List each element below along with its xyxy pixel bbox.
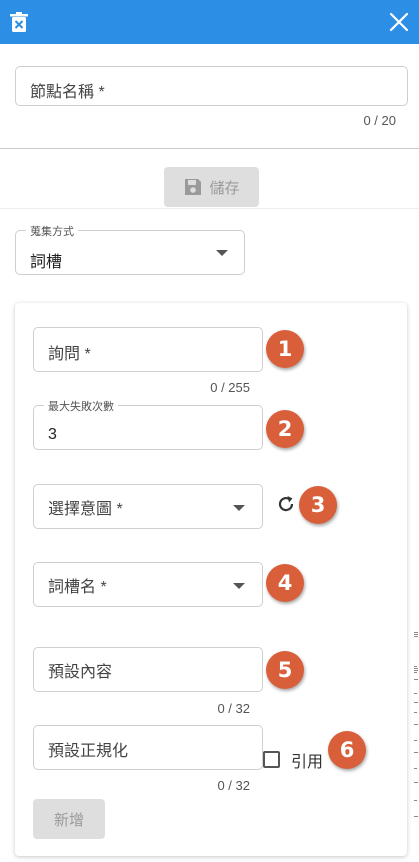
scale-ticks: [414, 632, 419, 832]
max-fail-input[interactable]: 最大失敗次數 3: [33, 398, 263, 450]
floppy-disk-icon: [185, 179, 202, 195]
default-content-placeholder: 預設內容: [48, 664, 113, 681]
marker-badge-5: 5: [266, 651, 304, 689]
divider: [0, 148, 419, 149]
max-fail-label: 最大失敗次數: [44, 398, 118, 414]
default-content-counter: 0 / 32: [217, 701, 250, 716]
node-name-counter: 0 / 20: [363, 113, 396, 128]
header-bar: [0, 0, 419, 44]
question-counter: 0 / 255: [210, 380, 250, 395]
trash-icon[interactable]: [10, 12, 28, 32]
collection-method-label: 蒐集方式: [26, 223, 78, 239]
close-icon[interactable]: [387, 10, 411, 34]
marker-badge-3: 3: [299, 486, 337, 524]
divider: [0, 208, 419, 209]
default-regex-counter: 0 / 32: [217, 778, 250, 793]
add-button[interactable]: 新增: [33, 799, 105, 839]
save-label: 儲存: [209, 179, 240, 197]
node-name-placeholder: 節點名稱 *: [30, 84, 105, 101]
node-name-input[interactable]: 節點名稱 *: [15, 66, 408, 106]
node-editor-panel: { "header": { "color": "#2d8ee6", "delet…: [0, 0, 419, 862]
marker-badge-4: 4: [266, 564, 304, 602]
reference-checkbox[interactable]: [263, 751, 280, 768]
slot-name-select[interactable]: 詞槽名 *: [33, 562, 263, 607]
default-regex-placeholder: 預設正規化: [48, 743, 129, 760]
chevron-down-icon: [216, 250, 228, 256]
reference-label: 引用: [291, 754, 324, 771]
collection-method-value: 詞槽: [30, 254, 63, 271]
chevron-down-icon: [233, 505, 245, 511]
intent-placeholder: 選擇意圖 *: [48, 501, 123, 518]
default-content-input[interactable]: 預設內容: [33, 647, 263, 692]
default-regex-input[interactable]: 預設正規化: [33, 725, 263, 770]
intent-select[interactable]: 選擇意圖 *: [33, 484, 263, 529]
slot-name-placeholder: 詞槽名 *: [48, 579, 107, 596]
question-input[interactable]: 詢問 *: [33, 327, 263, 372]
question-placeholder: 詢問 *: [48, 346, 91, 363]
marker-badge-6: 6: [328, 731, 366, 769]
chevron-down-icon: [233, 583, 245, 589]
marker-badge-1: 1: [266, 330, 304, 368]
refresh-icon[interactable]: [275, 493, 297, 515]
marker-badge-2: 2: [266, 410, 304, 448]
save-button[interactable]: 儲存: [164, 167, 259, 207]
max-fail-value: 3: [48, 426, 57, 443]
collection-method-select[interactable]: 蒐集方式 詞槽: [15, 223, 245, 275]
